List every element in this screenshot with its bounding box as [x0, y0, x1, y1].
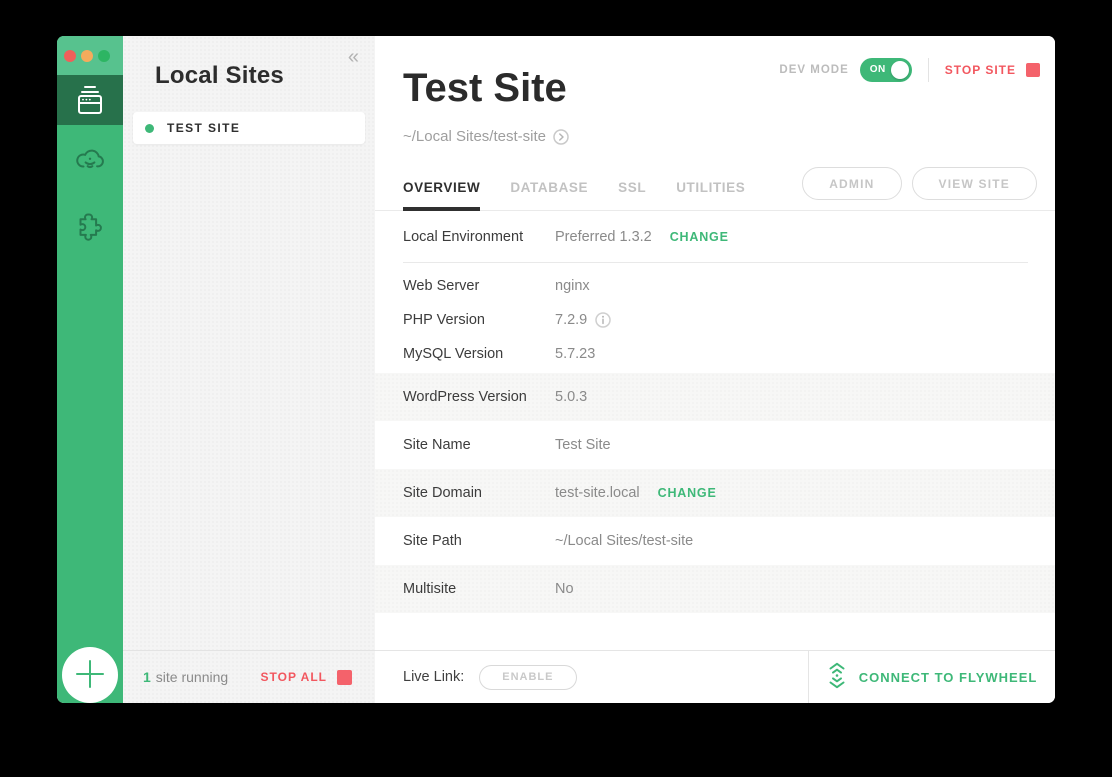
running-count: 1 — [143, 669, 151, 685]
sites-panel: Local Sites « TEST SITE 1 site running S… — [123, 36, 375, 703]
detail-row: WordPress Version 5.0.3 — [375, 373, 1055, 421]
stop-site-label: STOP SITE — [945, 63, 1016, 77]
row-label: MySQL Version — [403, 346, 555, 362]
desktop-background: Local Sites « TEST SITE 1 site running S… — [0, 0, 1112, 777]
dev-mode-label: DEV MODE — [779, 64, 848, 76]
puzzle-icon — [74, 210, 106, 242]
zoom-button[interactable] — [98, 50, 110, 62]
detail-row: Site Name Test Site — [375, 421, 1055, 469]
row-label: WordPress Version — [403, 389, 555, 405]
sites-panel-footer: 1 site running STOP ALL — [123, 650, 375, 703]
row-label: Site Name — [403, 437, 555, 453]
row-value: nginx — [555, 278, 590, 294]
sidebar — [57, 36, 123, 703]
cloud-sync-icon — [73, 144, 107, 176]
reveal-path-icon[interactable] — [553, 129, 569, 145]
view-site-button[interactable]: VIEW SITE — [912, 167, 1037, 200]
site-list-item-label: TEST SITE — [167, 121, 240, 135]
minimize-button[interactable] — [81, 50, 93, 62]
main-footer: Live Link: ENABLE CONNECT TO FLYWHEEL — [375, 650, 1055, 703]
row-value: 5.7.23 — [555, 346, 595, 362]
sidebar-item-addons[interactable] — [57, 201, 123, 251]
site-path: ~/Local Sites/test-site — [403, 128, 569, 145]
php-info-icon[interactable] — [595, 312, 611, 328]
row-value: No — [555, 581, 574, 597]
admin-button[interactable]: ADMIN — [802, 167, 901, 200]
sidebar-item-connect[interactable] — [57, 135, 123, 185]
detail-row: Multisite No — [375, 565, 1055, 613]
stop-square-icon — [337, 670, 352, 685]
stop-all-label: STOP ALL — [261, 670, 327, 684]
header-buttons: ADMIN VIEW SITE — [802, 167, 1037, 200]
window-titlebar — [57, 36, 123, 75]
flywheel-connect-icon — [827, 661, 847, 694]
row-value: ~/Local Sites/test-site — [555, 533, 693, 549]
row-value: 5.0.3 — [555, 389, 587, 405]
detail-row: Site Domain test-site.local CHANGE — [375, 469, 1055, 517]
row-label: Local Environment — [403, 229, 555, 245]
header-divider — [928, 58, 929, 82]
row-label: Web Server — [403, 278, 555, 294]
live-link-label: Live Link: — [403, 669, 464, 685]
detail-row: Site Path ~/Local Sites/test-site — [375, 517, 1055, 565]
row-label: PHP Version — [403, 312, 555, 328]
row-label: Multisite — [403, 581, 555, 597]
detail-row: Local Environment Preferred 1.3.2 CHANGE — [375, 211, 1055, 262]
running-count-label: site running — [156, 669, 228, 685]
tab-database[interactable]: DATABASE — [510, 180, 588, 211]
stop-all-button[interactable]: STOP ALL — [261, 670, 352, 685]
app-window: Local Sites « TEST SITE 1 site running S… — [57, 36, 1055, 703]
site-list-item[interactable]: TEST SITE — [133, 112, 365, 144]
row-value: 7.2.9 — [555, 312, 611, 328]
dev-mode-toggle[interactable]: ON — [860, 58, 912, 82]
tab-bar: OVERVIEW DATABASE SSL UTILITIES — [403, 180, 745, 211]
close-button[interactable] — [64, 50, 76, 62]
page-title: Test Site — [403, 66, 567, 111]
server-info-group: Web Server nginx PHP Version 7.2.9 — [375, 263, 1055, 373]
tab-utilities[interactable]: UTILITIES — [676, 180, 745, 211]
stop-square-icon — [1026, 63, 1040, 77]
site-status-dot — [145, 124, 154, 133]
detail-row: Web Server nginx — [375, 269, 1055, 303]
detail-row: PHP Version 7.2.9 — [375, 303, 1055, 337]
tab-ssl[interactable]: SSL — [618, 180, 646, 211]
collapse-panel-icon[interactable]: « — [348, 46, 359, 69]
live-link-enable-button[interactable]: ENABLE — [479, 665, 576, 690]
row-label: Site Domain — [403, 485, 555, 501]
plus-icon — [75, 659, 105, 692]
panel-title: Local Sites — [155, 62, 359, 90]
add-site-button[interactable] — [62, 647, 118, 703]
tab-overview[interactable]: OVERVIEW — [403, 180, 480, 211]
row-value: Test Site — [555, 437, 611, 453]
header-controls: DEV MODE ON STOP SITE — [779, 58, 1040, 82]
detail-row: MySQL Version 5.7.23 — [375, 337, 1055, 371]
row-label: Site Path — [403, 533, 555, 549]
main-panel: Test Site ~/Local Sites/test-site DEV MO… — [375, 36, 1055, 703]
connect-to-flywheel-label: CONNECT TO FLYWHEEL — [859, 670, 1038, 685]
sites-panel-header: Local Sites « — [123, 36, 375, 90]
dev-mode-toggle-state: ON — [870, 64, 886, 75]
site-window-icon — [73, 83, 107, 117]
sidebar-item-sites[interactable] — [57, 75, 123, 125]
change-environment-link[interactable]: CHANGE — [670, 230, 729, 244]
row-value: test-site.local CHANGE — [555, 485, 717, 501]
connect-to-flywheel-button[interactable]: CONNECT TO FLYWHEEL — [808, 651, 1055, 703]
change-domain-link[interactable]: CHANGE — [658, 486, 717, 500]
stop-site-button[interactable]: STOP SITE — [945, 63, 1040, 77]
toggle-knob — [891, 61, 909, 79]
main-header: Test Site ~/Local Sites/test-site DEV MO… — [375, 36, 1055, 211]
row-value: Preferred 1.3.2 CHANGE — [555, 229, 729, 245]
site-path-text: ~/Local Sites/test-site — [403, 128, 546, 145]
